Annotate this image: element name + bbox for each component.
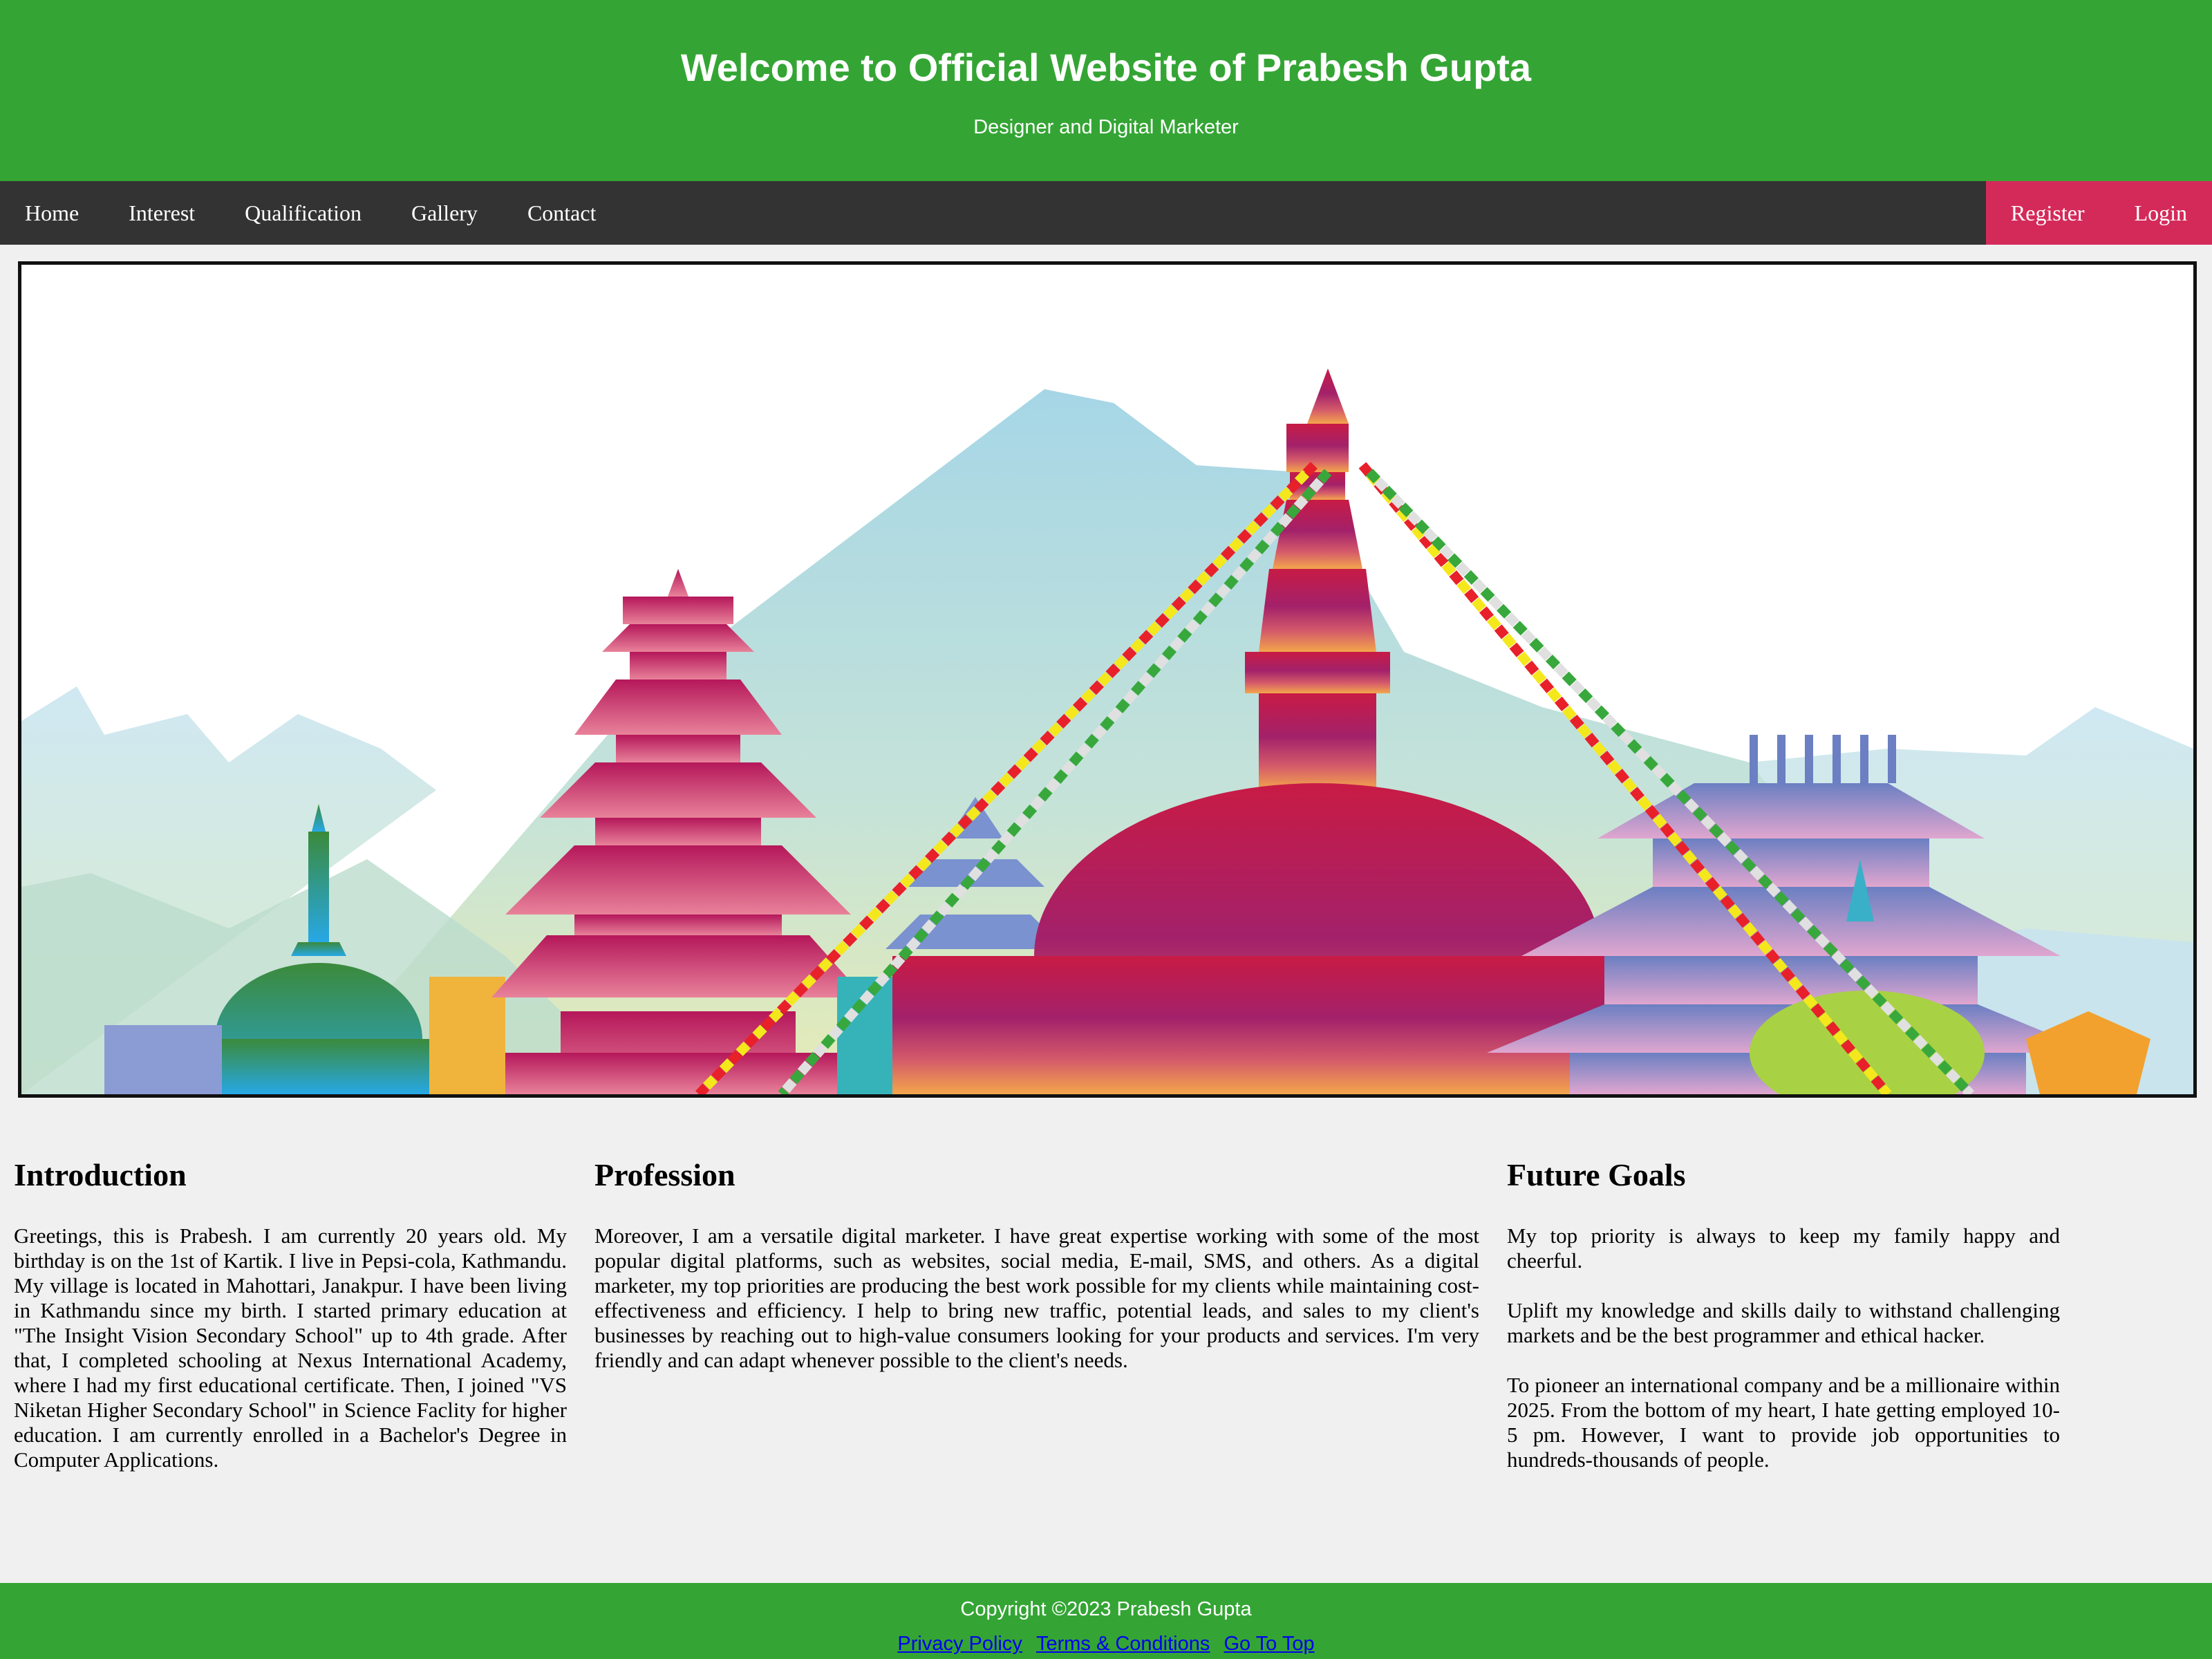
- nav-qualification[interactable]: Qualification: [220, 181, 386, 245]
- profession-section: Profession Moreover, I am a versatile di…: [594, 1154, 1479, 1398]
- page-subtitle: Designer and Digital Marketer: [973, 116, 1239, 138]
- future-goals-paragraph: Uplift my knowledge and skills daily to …: [1507, 1298, 2060, 1347]
- page-title: Welcome to Official Website of Prabesh G…: [680, 46, 1532, 89]
- footer-links: Privacy Policy Terms & Conditions Go To …: [0, 1630, 2212, 1658]
- profession-paragraph: Moreover, I am a versatile digital marke…: [594, 1224, 1479, 1372]
- nav-gallery[interactable]: Gallery: [386, 181, 503, 245]
- future-goals-heading: Future Goals: [1507, 1157, 1686, 1192]
- kathmandu-skyline-illustration: [21, 368, 2193, 1094]
- terms-conditions-link[interactable]: Terms & Conditions: [1036, 1633, 1210, 1655]
- main-navbar: Home Interest Qualification Gallery Cont…: [0, 181, 2212, 245]
- future-goals-section: Future Goals My top priority is always t…: [1507, 1154, 2060, 1497]
- banner-image: [18, 261, 2197, 1098]
- introduction-section: Introduction Greetings, this is Prabesh.…: [14, 1154, 567, 1497]
- nav-interest[interactable]: Interest: [104, 181, 220, 245]
- profession-heading: Profession: [594, 1157, 735, 1192]
- nav-home[interactable]: Home: [0, 181, 104, 245]
- site-footer: Copyright ©2023 Prabesh Gupta Privacy Po…: [0, 1583, 2212, 1659]
- copyright-text: Copyright ©2023 Prabesh Gupta: [960, 1598, 1252, 1620]
- introduction-paragraph: Greetings, this is Prabesh. I am current…: [14, 1224, 567, 1472]
- go-to-top-link[interactable]: Go To Top: [1224, 1633, 1314, 1655]
- login-button[interactable]: Login: [2110, 181, 2212, 245]
- nav-contact[interactable]: Contact: [503, 181, 621, 245]
- introduction-heading: Introduction: [14, 1157, 187, 1192]
- future-goals-paragraph: To pioneer an international company and …: [1507, 1373, 2060, 1472]
- future-goals-paragraph: My top priority is always to keep my fam…: [1507, 1224, 2060, 1273]
- privacy-policy-link[interactable]: Privacy Policy: [897, 1633, 1022, 1655]
- site-header: Welcome to Official Website of Prabesh G…: [0, 0, 2212, 181]
- register-button[interactable]: Register: [1986, 181, 2110, 245]
